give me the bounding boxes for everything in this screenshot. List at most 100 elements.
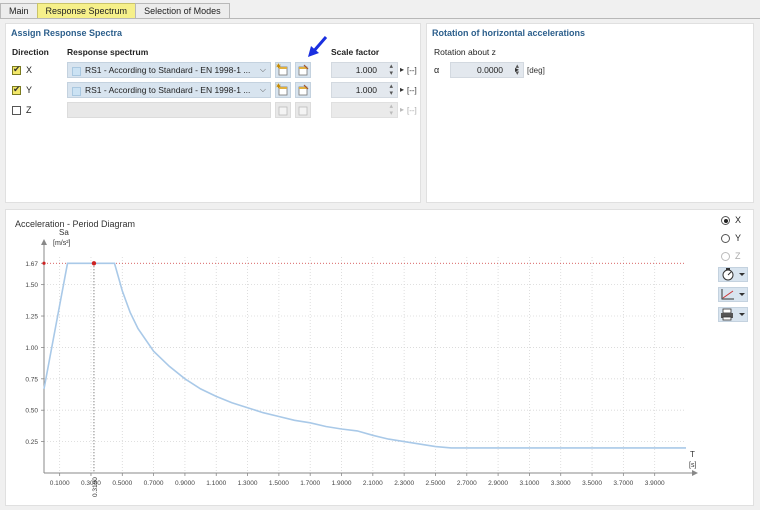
scale-z-unit: [--] — [407, 106, 417, 115]
edit-spectrum-icon — [298, 84, 309, 96]
alpha-label: α — [434, 65, 440, 75]
svg-text:✱: ✱ — [276, 83, 281, 90]
spectrum-color-swatch — [72, 87, 81, 96]
arrow-right-icon: ▸ — [400, 105, 405, 114]
spectrum-color-swatch — [72, 67, 81, 76]
arrow-right-icon[interactable]: ▸ — [400, 65, 404, 74]
y-tick-label: 1.67 — [25, 261, 38, 268]
spin-arrows-icon[interactable]: ▴ ▾ — [389, 63, 393, 77]
y-axis-label: Sa — [59, 228, 69, 237]
assign-spectra-panel: Assign Response Spectra Direction Respon… — [5, 23, 421, 203]
rotation-panel: Rotation of horizontal accelerations Rot… — [426, 23, 754, 203]
y-tick-label: 0.25 — [25, 439, 38, 446]
new-spectrum-button[interactable]: ✱ — [275, 82, 291, 98]
assign-spectra-title: Assign Response Spectra — [11, 28, 123, 38]
marker-point — [91, 261, 97, 266]
spin-arrows-icon: ▴ ▾ — [389, 103, 393, 117]
x-tick-label: 2.1000 — [363, 480, 383, 487]
y-axis-unit: [m/s²] — [53, 240, 71, 247]
y-tick-label: 1.00 — [25, 345, 38, 352]
new-spectrum-button-disabled — [275, 102, 291, 118]
x-tick-label: 2.9000 — [488, 480, 508, 487]
edit-spectrum-button[interactable] — [295, 62, 311, 78]
x-tick-label: 0.7000 — [144, 480, 164, 487]
edit-spectrum-button[interactable] — [295, 82, 311, 98]
x-axis-label: T — [690, 450, 695, 459]
rotation-alpha-input[interactable]: 0.0000 ▴ ▾ — [450, 62, 524, 78]
print-icon — [721, 308, 745, 321]
direction-z-checkbox[interactable] — [12, 106, 21, 115]
spin-arrows-icon[interactable]: ▴ ▾ — [389, 83, 393, 97]
spectrum-x-select[interactable]: RS1 - According to Standard - EN 1998-1 … — [67, 62, 271, 78]
scale-x-unit: [--] — [407, 66, 417, 75]
diagram-panel: Acceleration - Period Diagram 0.1000 0.30… — [5, 209, 754, 506]
direction-y-label: Y — [26, 85, 33, 95]
y-axis-arrow — [41, 239, 47, 245]
marker-axis-point — [42, 261, 46, 265]
print-dropdown-button[interactable] — [718, 307, 748, 322]
scale-x-input[interactable]: 1.000 ▴ ▾ — [331, 62, 398, 78]
direction-z-label: Z — [26, 105, 32, 115]
tab-bar: Main Response Spectrum Selection of Mode… — [0, 0, 230, 19]
chevron-down-icon: ⌵ — [259, 85, 266, 94]
scale-z-input: ▴ ▾ — [331, 102, 398, 118]
diagram-radio-z-label: Z — [735, 251, 741, 261]
edit-spectrum-icon — [298, 106, 308, 116]
y-tick-label: 0.50 — [25, 408, 38, 415]
diagram-radio-y-label: Y — [735, 233, 742, 243]
diagram-radio-y[interactable] — [721, 234, 730, 243]
x-tick-label: 3.9000 — [645, 480, 665, 487]
axis-icon — [721, 289, 745, 300]
svg-text:✱: ✱ — [276, 63, 281, 70]
x-tick-label: 1.7000 — [300, 480, 320, 487]
scale-y-input[interactable]: 1.000 ▴ ▾ — [331, 82, 398, 98]
arrow-right-icon[interactable]: ▸ — [400, 85, 404, 94]
spectrum-curve — [43, 262, 686, 449]
spectrum-header: Response spectrum — [67, 47, 149, 57]
acceleration-period-chart: 0.1000 0.3000 0.5000 0.7000 0.9000 1.1000 1.30… — [25, 228, 698, 497]
diagram-radio-x[interactable] — [721, 216, 730, 225]
spectrum-z-select — [67, 102, 271, 118]
x-tick-label: 1.5000 — [269, 480, 289, 487]
x-tick-label: 1.1000 — [206, 480, 226, 487]
scale-y-unit: [--] — [407, 86, 417, 95]
diagram-radio-z — [721, 252, 730, 261]
tab-divider — [0, 18, 760, 19]
y-tick-label: 1.25 — [25, 314, 38, 321]
y-tick-label: 0.75 — [25, 376, 38, 383]
tab-main[interactable]: Main — [0, 3, 38, 19]
rotation-unit: [deg] — [527, 66, 545, 75]
arrow-right-icon[interactable]: ▸ — [515, 65, 519, 74]
tab-response-spectrum[interactable]: Response Spectrum — [36, 3, 137, 19]
x-tick-label: 2.3000 — [394, 480, 414, 487]
x-tick-label: 1.3000 — [238, 480, 258, 487]
x-axis-unit: [s] — [689, 462, 696, 469]
x-tick-label: 0.9000 — [175, 480, 195, 487]
x-tick-label: 1.9000 — [332, 480, 352, 487]
direction-x-label: X — [26, 65, 33, 75]
y-tick-label: 1.50 — [25, 282, 38, 289]
tab-selection-of-modes[interactable]: Selection of Modes — [135, 3, 230, 19]
scale-factor-header: Scale factor — [331, 47, 380, 57]
direction-x-checkbox[interactable] — [12, 64, 21, 75]
new-spectrum-icon: ✱ — [276, 83, 288, 96]
edit-spectrum-icon — [298, 64, 309, 76]
x-tick-label: 3.3000 — [551, 480, 571, 487]
pointer-arrow-icon — [308, 36, 328, 57]
rotation-title: Rotation of horizontal accelerations — [432, 28, 586, 38]
x-tick-label: 3.5000 — [582, 480, 602, 487]
marker-x-label: 0.3190 — [92, 477, 99, 497]
new-spectrum-icon: ✱ — [276, 63, 288, 76]
x-tick-label: 2.7000 — [457, 480, 477, 487]
x-tick-label: 0.1000 — [50, 480, 70, 487]
x-tick-label: 3.7000 — [613, 480, 633, 487]
x-tick-label: 2.5000 — [426, 480, 446, 487]
direction-y-checkbox[interactable] — [12, 84, 21, 95]
gauge-dropdown-button[interactable] — [718, 267, 748, 282]
new-spectrum-button[interactable]: ✱ — [275, 62, 291, 78]
chevron-down-icon: ⌵ — [259, 65, 266, 74]
new-spectrum-icon — [278, 106, 288, 116]
axis-dropdown-button[interactable] — [718, 287, 748, 302]
spectrum-y-select[interactable]: RS1 - According to Standard - EN 1998-1 … — [67, 82, 271, 98]
x-tick-label: 0.5000 — [112, 480, 132, 487]
